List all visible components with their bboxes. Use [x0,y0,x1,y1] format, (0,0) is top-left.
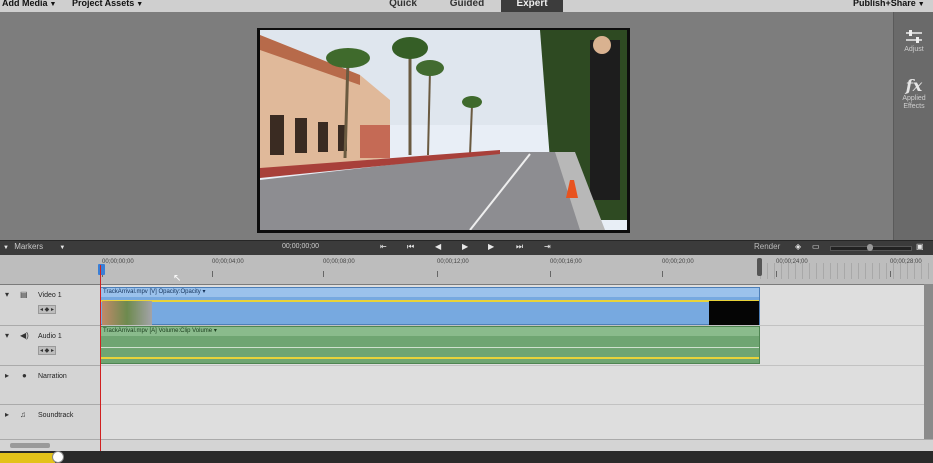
add-media-menu[interactable]: Add Media ▼ [2,0,56,8]
speaker-icon: ◀) [20,331,29,340]
step-back-icon[interactable]: ◀ [435,242,441,251]
horizontal-scroll-thumb[interactable] [10,443,50,448]
video-thumbnail-end [709,301,759,325]
right-panel: Adjust fx Applied Effects [893,12,933,240]
markers-label: Markers [14,242,44,251]
video-preview[interactable] [257,28,630,233]
caret-down-icon: ▼ [59,245,66,251]
adjust-button[interactable]: Adjust [894,30,933,54]
publish-share-menu[interactable]: Publish+Share ▼ [853,0,925,8]
narration-track-lane[interactable] [100,366,933,405]
ruler-label: 00;00;08;00 [323,259,355,265]
render-button[interactable]: Render [754,242,780,251]
fx-icon: fx [905,76,923,95]
caret-down-icon: ▼ [49,1,57,8]
play-icon[interactable]: ▶ [462,242,468,251]
ruler-empty-region [760,263,933,279]
ruler-label: 00;00;04;00 [212,259,244,265]
track-options-buttons[interactable]: ◂ ◆ ▸ [38,305,56,314]
applied-effects-label: Applied Effects [902,95,926,110]
timecode-display[interactable]: 00;00;00;00 [282,243,319,250]
narration-track-header[interactable]: ▸ ● Narration [0,366,100,405]
sliders-icon [906,30,922,43]
narration-track-name: Narration [38,373,67,380]
ruler-label: 00;00;00;00 [102,259,134,265]
add-media-label: Add Media [2,0,48,8]
step-forward-icon[interactable]: ▶ [488,242,494,251]
expand-triangle-icon[interactable]: ▾ [5,331,9,340]
ruler-label: 00;00;12;00 [437,259,469,265]
caret-down-icon: ▼ [136,1,144,8]
opacity-line[interactable] [101,300,759,302]
video-clip[interactable]: TrackArrival.mpv [V] Opacity:Opacity ▾ [100,287,760,325]
ruler-tick [437,271,438,277]
tab-quick[interactable]: Quick [374,0,432,12]
ruler-tick [662,271,663,277]
soundtrack-track-lane[interactable] [100,405,933,440]
project-assets-label: Project Assets [72,0,135,8]
work-area-end-handle[interactable] [757,258,762,276]
video-thumbnail [102,301,152,325]
ruler-tick [323,271,324,277]
video-clip-label: TrackArrival.mpv [V] Opacity:Opacity ▾ [103,289,206,295]
project-assets-menu[interactable]: Project Assets ▼ [72,0,143,8]
soundtrack-track-name: Soundtrack [38,412,74,419]
timeline-control-bar: ▼ Markers ▼ 00;00;00;00 ⇤ ⏮ ◀ ▶ ▶ ⏭ ⇥ Re… [0,240,933,256]
go-to-next-edit-icon[interactable]: ⇥ [544,242,551,251]
tab-guided[interactable]: Guided [438,0,496,12]
video-track-header[interactable]: ▾ ▤ Video 1 ◂ ◆ ▸ [0,285,100,326]
expand-triangle-icon[interactable]: ▸ [5,371,9,380]
preview-frame-image [260,30,627,230]
caret-down-icon: ▼ [3,245,9,251]
ruler-tick [212,271,213,277]
zoom-slider-handle[interactable] [867,244,873,251]
audio-clip-label: TrackArrival.mpv [A] Volume:Clip Volume … [103,328,217,334]
microphone-icon: ● [22,371,27,380]
time-ruler[interactable]: 00;00;00;00 00;00;04;00 00;00;08;00 00;0… [0,255,933,284]
top-menu-bar: Add Media ▼ Project Assets ▼ Quick Guided … [0,0,933,12]
skip-to-end-icon[interactable]: ⏭ [516,242,523,252]
skip-to-start-icon[interactable]: ⏮ [407,242,414,252]
ruler-label: 00;00;20;00 [662,259,694,265]
caret-down-icon: ▼ [917,1,925,8]
music-note-icon: ♫ [20,410,26,419]
ruler-tick [550,271,551,277]
expand-triangle-icon[interactable]: ▸ [5,410,9,419]
adjust-label: Adjust [904,46,924,53]
zoom-in-icon[interactable]: ▣ [916,242,924,251]
audio-track-lane[interactable]: TrackArrival.mpv [A] Volume:Clip Volume … [100,326,933,366]
vertical-scrollbar[interactable] [924,284,933,439]
video-track-lane[interactable]: TrackArrival.mpv [V] Opacity:Opacity ▾ [100,285,933,326]
bottom-action-bar [0,451,933,463]
ruler-label: 00;00;16;00 [550,259,582,265]
go-to-previous-edit-icon[interactable]: ⇤ [380,242,387,251]
markers-dropdown[interactable]: ▼ Markers ▼ [3,242,65,251]
publish-share-label: Publish+Share [853,0,916,8]
volume-line[interactable] [101,357,759,359]
applied-effects-button[interactable]: fx Applied Effects [894,76,933,111]
audio-track-header[interactable]: ▾ ◀) Audio 1 ◂ ◆ ▸ [0,326,100,366]
toggle-view-icon[interactable]: ◈ [795,242,801,251]
soundtrack-track-header[interactable]: ▸ ♫ Soundtrack [0,405,100,440]
mouse-cursor-icon: ↖ [173,273,182,284]
progress-indicator [0,453,55,463]
track-options-buttons[interactable]: ◂ ◆ ▸ [38,346,56,355]
expand-triangle-icon[interactable]: ▾ [5,290,9,299]
zoom-slider[interactable] [830,244,912,251]
audio-track-name: Audio 1 [38,333,62,340]
audio-clip[interactable]: TrackArrival.mpv [A] Volume:Clip Volume … [100,326,760,364]
film-icon: ▤ [20,290,28,299]
progress-handle[interactable] [52,451,64,463]
playhead-line[interactable] [100,265,101,451]
audio-waveform-line [101,347,759,348]
video-track-name: Video 1 [38,292,62,299]
zoom-out-icon[interactable]: ▭ [812,242,820,251]
tab-expert[interactable]: Expert [501,0,563,12]
